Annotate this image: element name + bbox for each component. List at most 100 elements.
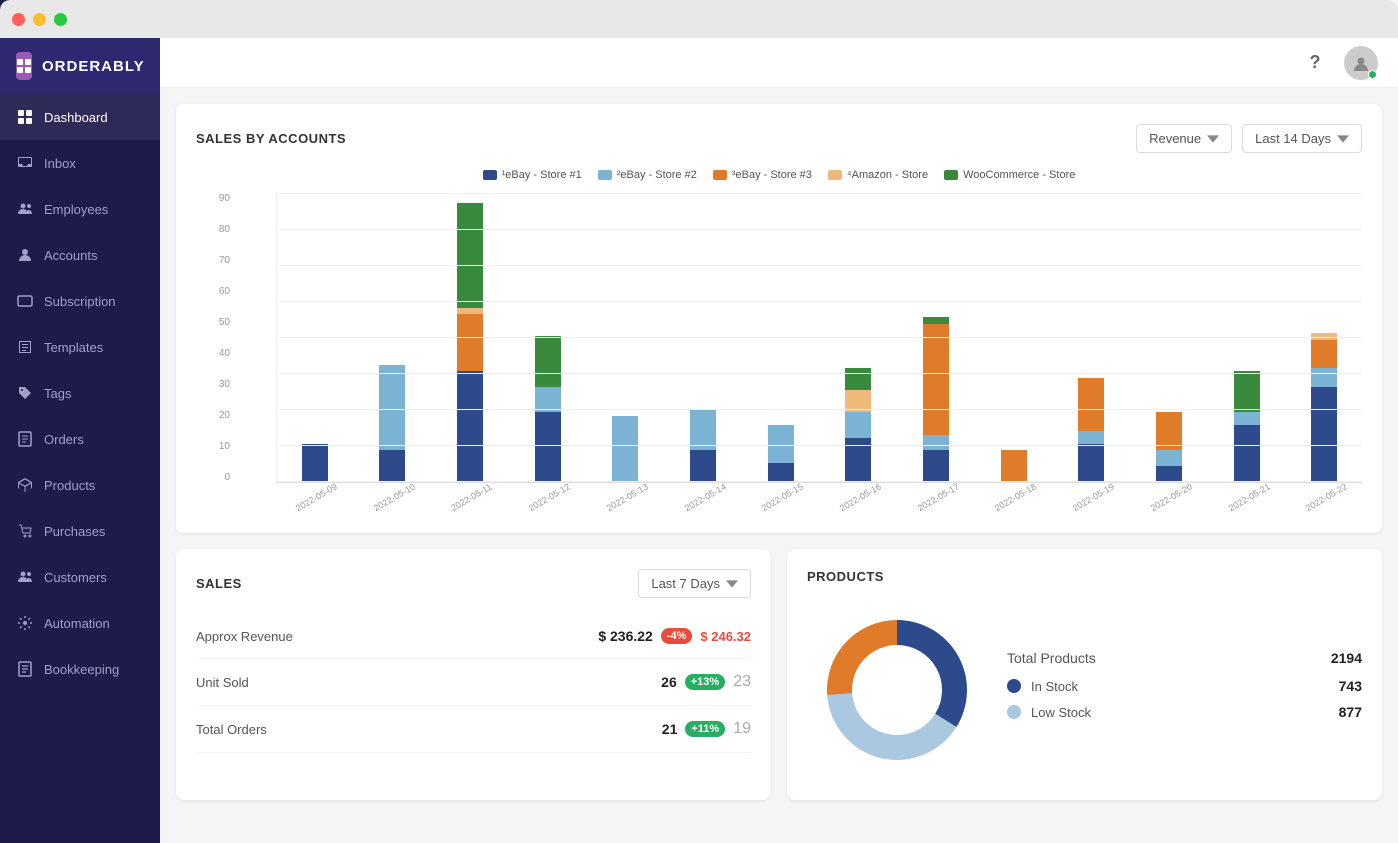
sidebar-item-customers[interactable]: Customers <box>0 554 160 600</box>
bar-segment <box>768 463 794 482</box>
bar-group <box>1053 378 1129 482</box>
sidebar-label-automation: Automation <box>44 616 110 631</box>
bar-segment <box>1156 412 1182 450</box>
bar-segment <box>379 365 405 451</box>
sidebar-item-automation[interactable]: Automation <box>0 600 160 646</box>
sidebar-item-employees[interactable]: Employees <box>0 186 160 232</box>
sidebar-item-bookkeeping[interactable]: Bookkeeping <box>0 646 160 692</box>
bar-group <box>1209 371 1285 482</box>
bar-group <box>1286 333 1362 482</box>
bar-group <box>588 416 664 483</box>
bar-segment <box>1078 378 1104 432</box>
sales-date-label: Last 7 Days <box>651 576 720 591</box>
sidebar-label-customers: Customers <box>44 570 107 585</box>
sales-by-accounts-card: SALES BY ACCOUNTS Revenue Last 14 Days ¹… <box>176 104 1382 533</box>
bar-group <box>432 203 508 482</box>
donut-chart <box>807 600 987 780</box>
stat-dot <box>1007 679 1021 693</box>
bar-segment <box>845 412 871 437</box>
sales-metric-row: Total Orders 21 +11% 19 <box>196 706 751 753</box>
accounts-icon <box>16 246 34 264</box>
legend-item: ²eBay - Store #2 <box>598 169 697 181</box>
bar-segment <box>535 336 561 387</box>
app-logo: ORDERABLY <box>0 38 160 94</box>
metric-badge: +13% <box>685 674 725 690</box>
sales-header: SALES Last 7 Days <box>196 569 751 598</box>
stat-label: Low Stock <box>1031 705 1329 720</box>
grid-icon <box>16 108 34 126</box>
metric-main: 26 <box>661 674 677 690</box>
products-stats: Total Products 2194 In Stock 743 Low Sto… <box>1007 650 1362 730</box>
chart-legend: ¹eBay - Store #1 ²eBay - Store #2 ³eBay - … <box>196 169 1362 181</box>
bar-segment <box>1156 466 1182 482</box>
metric-prev: $ 246.32 <box>700 629 751 644</box>
legend-item: ³eBay - Store #3 <box>713 169 812 181</box>
app-title: ORDERABLY <box>42 58 145 75</box>
bar-segment <box>923 324 949 435</box>
sidebar-label-purchases: Purchases <box>44 524 105 539</box>
bar-group <box>898 317 974 482</box>
stat-dot <box>1007 705 1021 719</box>
help-button[interactable]: ? <box>1298 46 1332 80</box>
titlebar <box>0 0 1398 38</box>
sidebar-label-products: Products <box>44 478 95 493</box>
sidebar-item-orders[interactable]: Orders <box>0 416 160 462</box>
sidebar-item-accounts[interactable]: Accounts <box>0 232 160 278</box>
date-select[interactable]: Last 14 Days <box>1242 124 1362 153</box>
total-products-row: Total Products 2194 <box>1007 650 1362 666</box>
products-stats-list: In Stock 743 Low Stock 877 <box>1007 678 1362 720</box>
donut-segment <box>827 620 897 695</box>
box-icon <box>16 476 34 494</box>
bar-segment <box>923 450 949 482</box>
metric-label: Total Orders <box>196 722 267 737</box>
maximize-button[interactable] <box>54 13 67 26</box>
sidebar-item-tags[interactable]: Tags <box>0 370 160 416</box>
chart-header: SALES BY ACCOUNTS Revenue Last 14 Days <box>196 124 1362 153</box>
purchases-icon <box>16 522 34 540</box>
bar-group <box>820 368 896 482</box>
bar-segment <box>1078 431 1104 444</box>
bar-segment <box>535 387 561 412</box>
sidebar-item-inbox[interactable]: Inbox <box>0 140 160 186</box>
y-label: 60 <box>219 286 230 297</box>
y-label: 40 <box>219 348 230 359</box>
bar-group <box>355 365 431 482</box>
products-stat-row: Low Stock 877 <box>1007 704 1362 720</box>
metric-values: $ 236.22 -4% $ 246.32 <box>598 628 751 644</box>
sidebar-label-bookkeeping: Bookkeeping <box>44 662 119 677</box>
bar-segment <box>845 368 871 390</box>
bar-segment <box>690 450 716 482</box>
bar-segment <box>1078 444 1104 482</box>
legend-item: ⁴Amazon - Store <box>828 169 928 181</box>
sidebar-label-accounts: Accounts <box>44 248 97 263</box>
sales-date-select[interactable]: Last 7 Days <box>638 569 751 598</box>
legend-item: ¹eBay - Store #1 <box>483 169 582 181</box>
y-label: 80 <box>219 224 230 235</box>
y-label: 90 <box>219 193 230 204</box>
sales-summary-card: SALES Last 7 Days Approx Revenue $ 236.2… <box>176 549 771 800</box>
metric-main: $ 236.22 <box>598 628 653 644</box>
tag-icon <box>16 384 34 402</box>
metric-label: Approx Revenue <box>196 629 293 644</box>
metric-select[interactable]: Revenue <box>1136 124 1232 153</box>
orders-icon <box>16 430 34 448</box>
x-axis: 2022-05-092022-05-102022-05-112022-05-12… <box>276 487 1362 503</box>
stat-value: 877 <box>1339 704 1362 720</box>
bar-segment <box>923 435 949 451</box>
minimize-button[interactable] <box>33 13 46 26</box>
close-button[interactable] <box>12 13 25 26</box>
sidebar-item-dashboard[interactable]: Dashboard <box>0 94 160 140</box>
y-axis: 9080706050403020100 <box>196 193 236 483</box>
bar-segment <box>457 371 483 482</box>
sidebar-item-purchases[interactable]: Purchases <box>0 508 160 554</box>
sidebar-item-subscription[interactable]: Subscription <box>0 278 160 324</box>
bar-group <box>743 425 819 482</box>
sidebar-item-products[interactable]: Products <box>0 462 160 508</box>
total-label: Total Products <box>1007 650 1096 666</box>
bar-group <box>665 409 741 482</box>
automation-icon <box>16 614 34 632</box>
bar-segment <box>690 409 716 450</box>
products-header: PRODUCTS <box>807 569 1362 584</box>
user-avatar[interactable] <box>1344 46 1378 80</box>
sidebar-item-templates[interactable]: Templates <box>0 324 160 370</box>
